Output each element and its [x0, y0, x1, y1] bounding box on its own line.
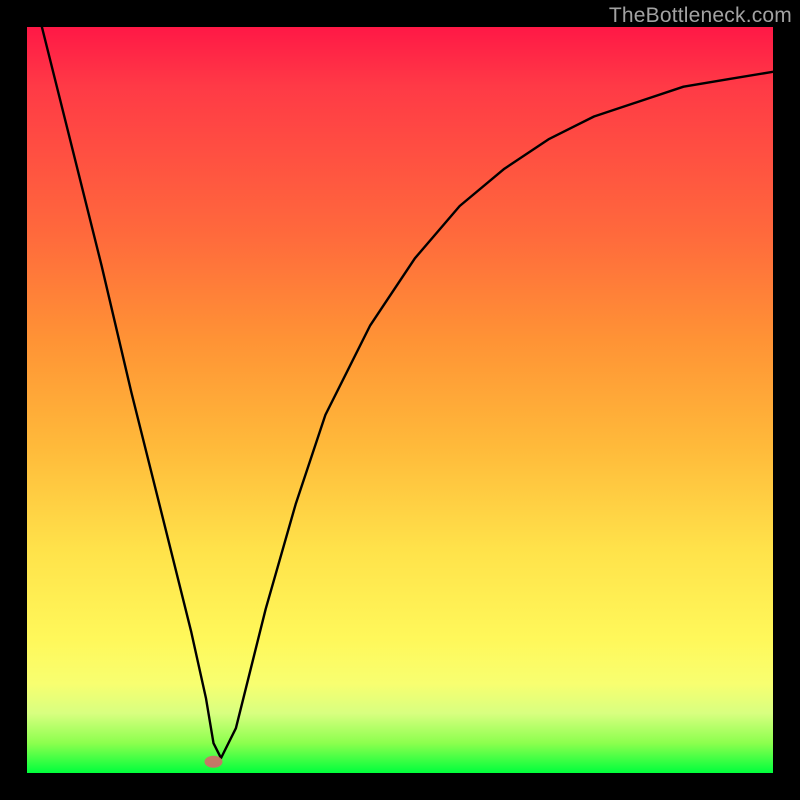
watermark: TheBottleneck.com [609, 4, 792, 28]
plot-area [27, 27, 773, 773]
chart-stage: TheBottleneck.com [0, 0, 800, 800]
